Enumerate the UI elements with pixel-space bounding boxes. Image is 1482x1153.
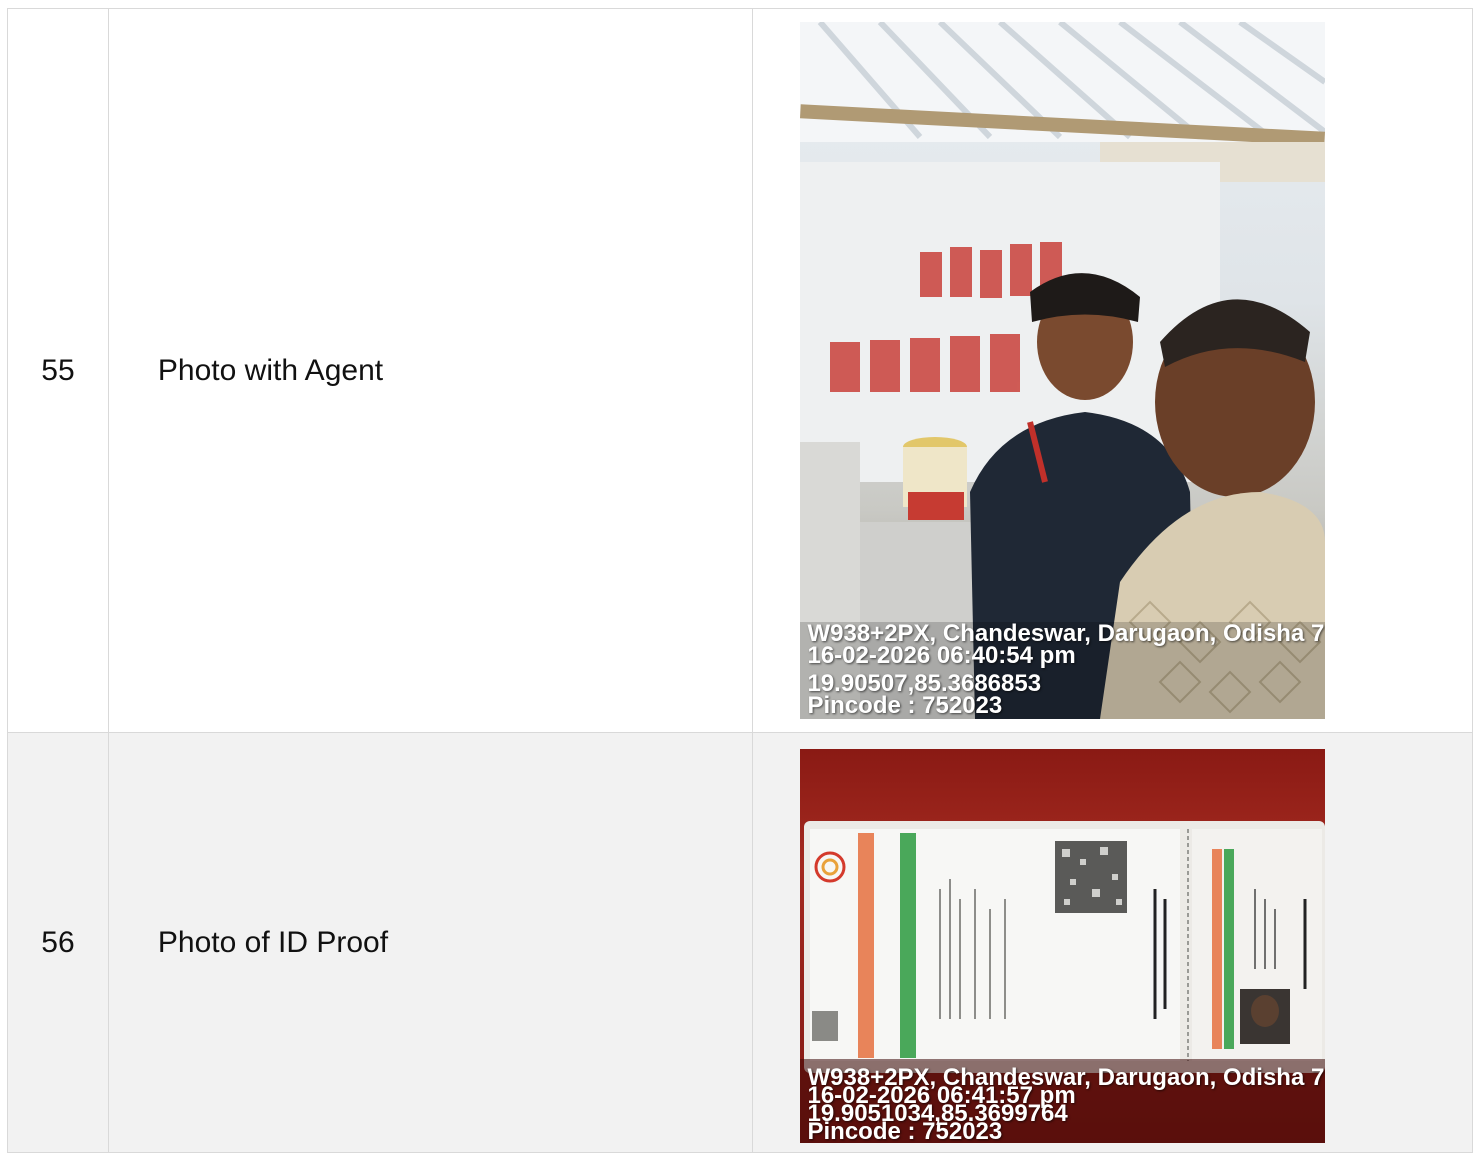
photo-cell: W938+2PX, Chandeswar, Darugaon, Odisha 7… (753, 9, 1473, 733)
photo-overlay-text: W938+2PX, Chandeswar, Darugaon, Odisha 7… (807, 622, 1324, 719)
agent-selfie-photo[interactable]: W938+2PX, Chandeswar, Darugaon, Odisha 7… (800, 22, 1326, 719)
row-label: Photo of ID Proof (108, 733, 754, 1153)
overlay-pincode: Pincode : 752023 (807, 692, 1003, 719)
table-row: 56 Photo of ID Proof W938+2PX, Chandeswa… (8, 733, 1473, 1153)
row-number: 55 (8, 9, 109, 733)
overlay-datetime: 16-02-2026 06:40:54 pm (807, 642, 1076, 669)
row-label: Photo with Agent (108, 9, 754, 733)
photo-overlay-text: W938+2PX, Chandeswar, Darugaon, Odisha 7… (807, 1066, 1324, 1144)
selfie-photo-image (800, 22, 1326, 719)
table-row: 55 Photo with Agent W938+2PX, Chandeswar… (8, 9, 1473, 733)
photo-cell: W938+2PX, Chandeswar, Darugaon, Odisha 7… (753, 733, 1473, 1153)
row-number: 56 (8, 733, 109, 1153)
id-proof-photo[interactable]: W938+2PX, Chandeswar, Darugaon, Odisha 7… (800, 749, 1326, 1144)
photo-table: 55 Photo with Agent W938+2PX, Chandeswar… (7, 8, 1473, 1153)
